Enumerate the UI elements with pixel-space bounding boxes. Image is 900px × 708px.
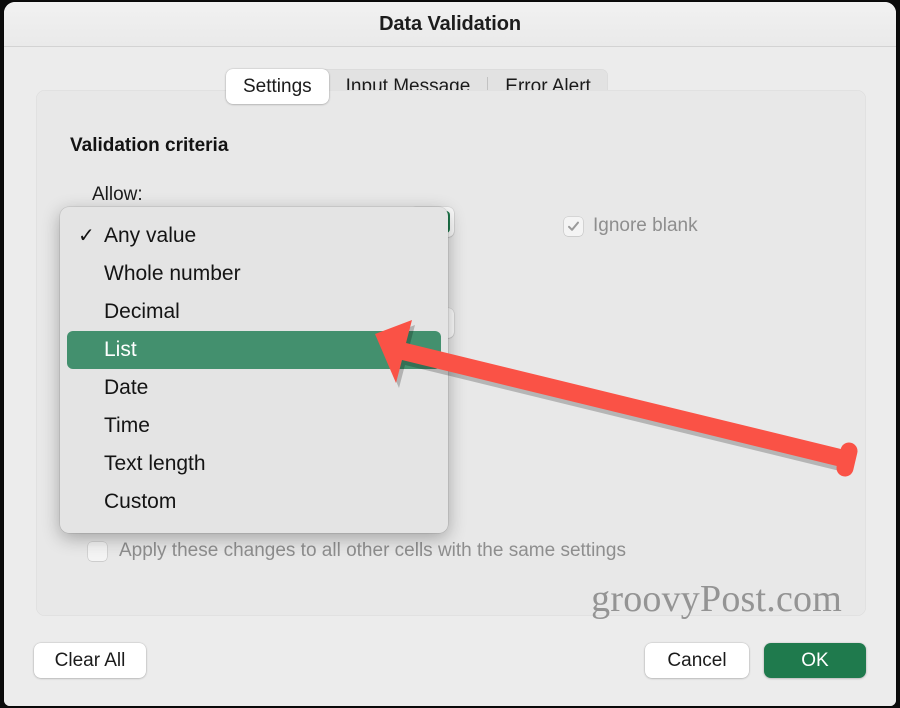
dialog-titlebar: Data Validation <box>4 2 896 47</box>
clear-all-button[interactable]: Clear All <box>34 643 146 678</box>
tab-settings[interactable]: Settings <box>226 69 329 104</box>
checkbox-box <box>564 216 583 236</box>
menu-item-label: List <box>104 338 137 361</box>
menu-item-label: Whole number <box>104 262 241 285</box>
menu-item-custom[interactable]: Custom <box>60 483 448 521</box>
menu-item-any-value[interactable]: ✓ Any value <box>60 217 448 255</box>
ignore-blank-label: Ignore blank <box>593 215 698 236</box>
dialog-body: Settings Input Message Error Alert Valid… <box>4 47 896 706</box>
menu-item-label: Time <box>104 414 150 437</box>
validation-criteria-heading: Validation criteria <box>70 135 229 156</box>
menu-item-label: Text length <box>104 452 206 475</box>
cancel-button[interactable]: Cancel <box>645 643 749 678</box>
menu-item-list[interactable]: List <box>67 331 441 369</box>
allow-dropdown-menu: ✓ Any value Whole number Decimal List Da… <box>60 207 448 533</box>
menu-item-whole-number[interactable]: Whole number <box>60 255 448 293</box>
check-icon <box>568 221 579 231</box>
menu-item-date[interactable]: Date <box>60 369 448 407</box>
menu-item-text-length[interactable]: Text length <box>60 445 448 483</box>
checkbox-box-empty <box>88 541 107 561</box>
menu-item-time[interactable]: Time <box>60 407 448 445</box>
watermark: groovyPost.com <box>591 578 842 620</box>
menu-item-label: Custom <box>104 490 177 513</box>
ok-label: OK <box>801 649 829 671</box>
ok-button[interactable]: OK <box>764 643 866 678</box>
clear-all-label: Clear All <box>54 649 126 671</box>
menu-item-decimal[interactable]: Decimal <box>60 293 448 331</box>
data-validation-dialog: Data Validation Settings Input Message E… <box>4 2 896 706</box>
dialog-title: Data Validation <box>379 13 521 35</box>
menu-item-label: Decimal <box>104 300 180 323</box>
check-icon: ✓ <box>78 225 95 247</box>
ignore-blank-checkbox: Ignore blank <box>564 215 698 237</box>
allow-label: Allow: <box>92 184 143 205</box>
apply-to-all-cells-checkbox: Apply these changes to all other cells w… <box>88 540 626 562</box>
cancel-label: Cancel <box>667 649 727 671</box>
menu-item-label: Date <box>104 376 149 399</box>
tab-settings-label: Settings <box>243 75 312 97</box>
apply-to-all-cells-label: Apply these changes to all other cells w… <box>119 540 626 561</box>
dialog-footer: Clear All Cancel OK <box>4 622 896 706</box>
